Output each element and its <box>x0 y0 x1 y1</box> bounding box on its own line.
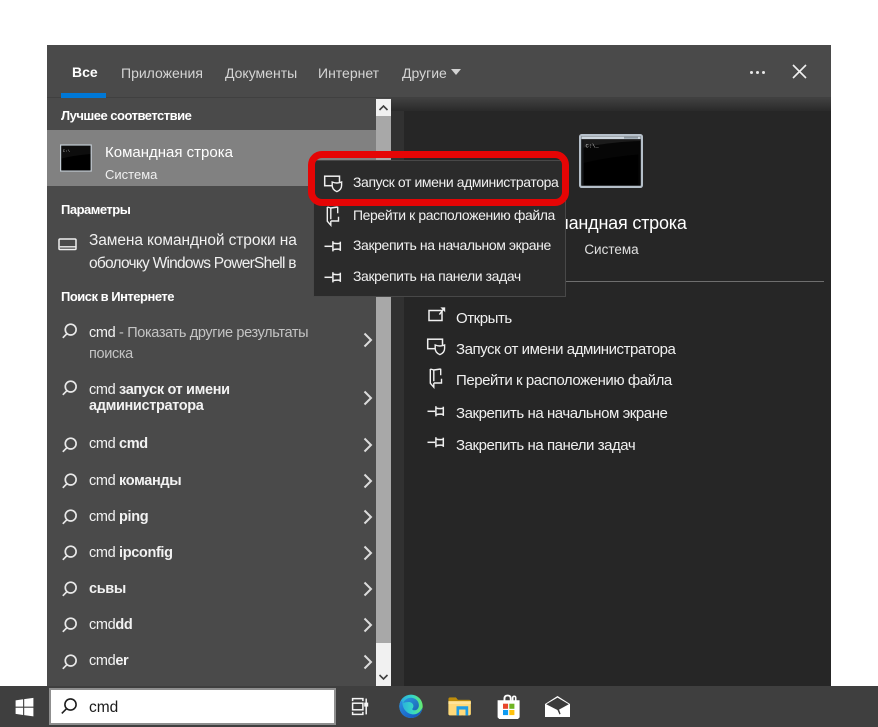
svg-text:C:\_: C:\_ <box>586 143 600 150</box>
svg-text:C:\: C:\ <box>62 149 70 154</box>
